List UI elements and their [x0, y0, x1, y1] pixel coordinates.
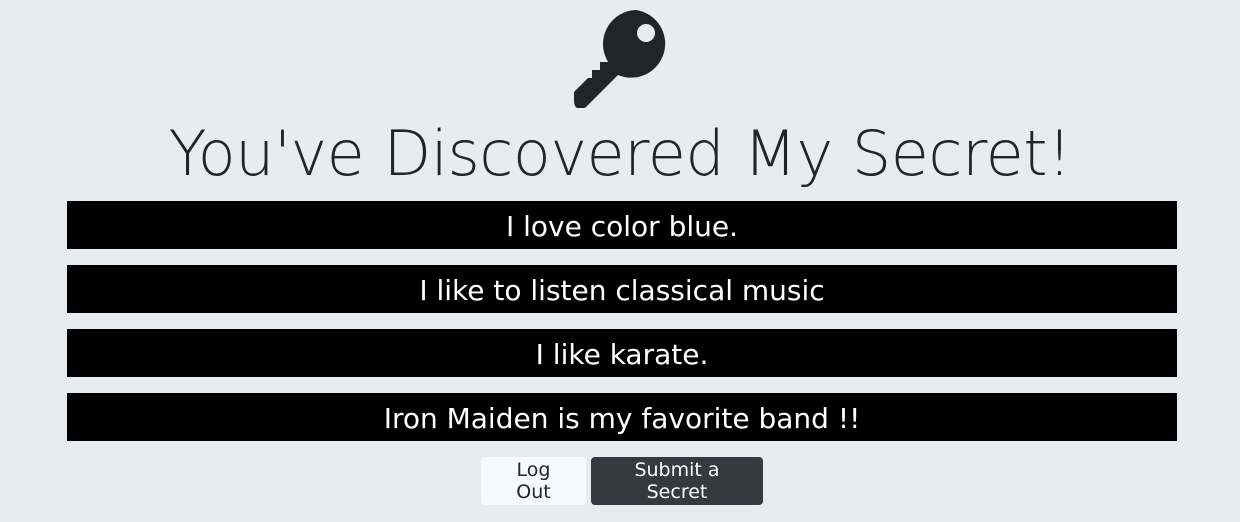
secret-item: Iron Maiden is my favorite band !!: [67, 393, 1177, 441]
logout-button[interactable]: Log Out: [481, 457, 586, 505]
page-title: You've Discovered My Secret!: [168, 117, 1072, 190]
secret-item: I love color blue.: [67, 201, 1177, 249]
secret-item: I like karate.: [67, 329, 1177, 377]
secret-list: I love color blue. I like to listen clas…: [67, 201, 1177, 457]
submit-secret-button[interactable]: Submit a Secret: [591, 457, 763, 505]
action-buttons: Log Out Submit a Secret: [481, 457, 763, 505]
jumbotron: You've Discovered My Secret! I love colo…: [0, 0, 1240, 522]
key-icon: [574, 10, 666, 108]
secret-item: I like to listen classical music: [67, 265, 1177, 313]
